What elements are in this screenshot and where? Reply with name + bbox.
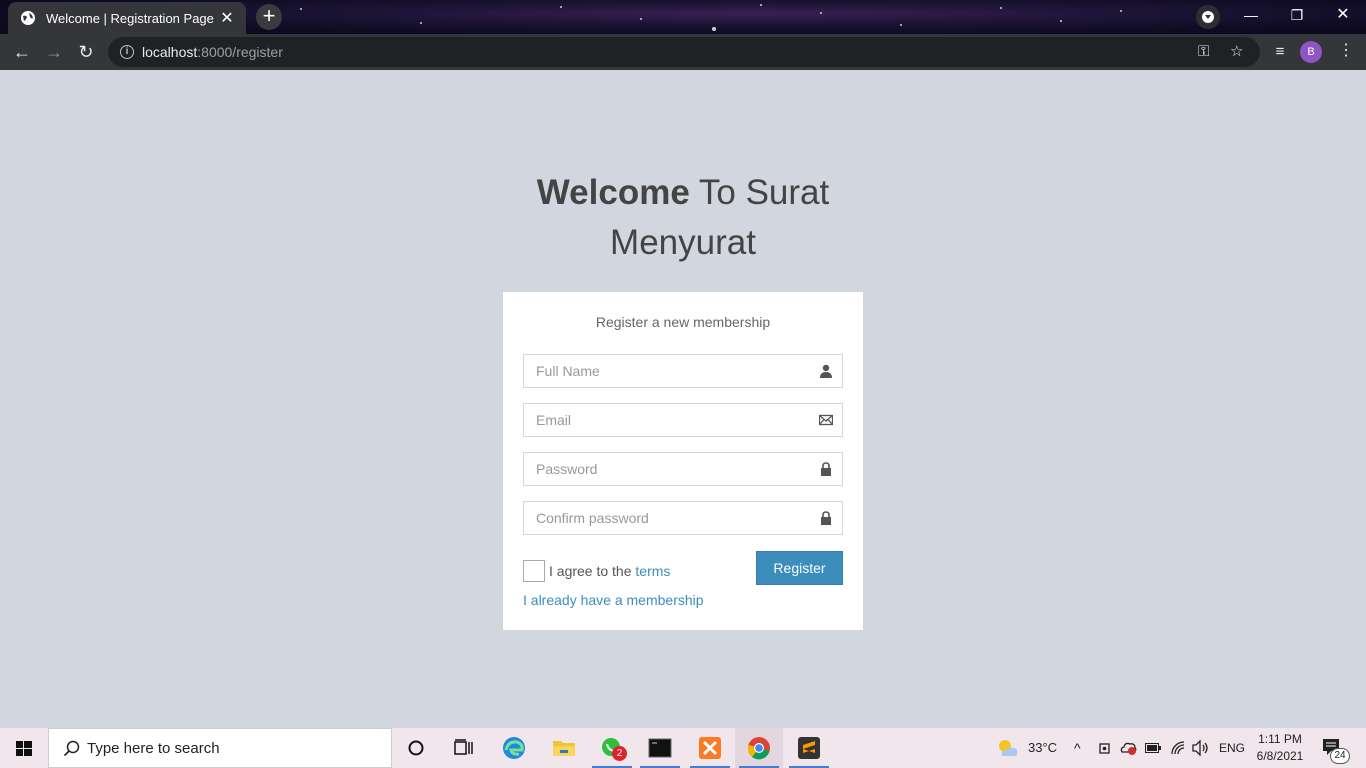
- address-bar[interactable]: i localhost:8000/register ⚿ ☆: [108, 37, 1260, 67]
- windows-taskbar: Type here to search 2 33°C ^ ENG 1:11 PM…: [0, 728, 1366, 768]
- register-box-message: Register a new membership: [595, 314, 771, 330]
- minimize-button[interactable]: —: [1228, 0, 1274, 32]
- browser-toolbar: ← → ↻ i localhost:8000/register ⚿ ☆ ≡ B …: [0, 34, 1366, 70]
- info-icon[interactable]: i: [120, 45, 134, 59]
- taskbar-xampp[interactable]: [686, 728, 734, 768]
- full-name-input[interactable]: [524, 355, 842, 387]
- new-tab-button[interactable]: +: [256, 4, 282, 30]
- lock-icon: [821, 462, 831, 476]
- password-field: [523, 452, 843, 486]
- volume-icon[interactable]: [1192, 740, 1210, 756]
- show-hidden-icons-icon[interactable]: ^: [1074, 728, 1081, 768]
- close-window-button[interactable]: ✕: [1320, 0, 1366, 32]
- task-view-icon: [454, 739, 473, 755]
- globe-icon: [21, 11, 35, 25]
- confirm-password-field: [523, 501, 843, 535]
- cortana-circle-icon: [408, 740, 424, 756]
- back-arrow-icon[interactable]: ←: [8, 38, 36, 66]
- sublime-icon: [798, 737, 820, 759]
- key-icon[interactable]: ⚿: [1198, 37, 1209, 67]
- password-input[interactable]: [524, 453, 842, 485]
- terms-label: I agree to the terms: [549, 563, 670, 579]
- taskbar-file-explorer[interactable]: [540, 728, 588, 768]
- clock-date: 6/8/2021: [1256, 749, 1304, 763]
- already-member-link[interactable]: I already have a membership: [523, 592, 704, 608]
- tab-close-icon[interactable]: ✕: [218, 8, 236, 28]
- terms-row: I agree to the terms Register: [523, 550, 843, 585]
- battery-icon[interactable]: [1145, 743, 1161, 753]
- lock-icon: [821, 511, 831, 525]
- start-button[interactable]: [0, 728, 48, 768]
- confirm-password-input[interactable]: [524, 502, 842, 534]
- register-box: Register a new membership I agree to the…: [503, 292, 863, 630]
- cortana-button[interactable]: [392, 728, 440, 768]
- reading-list-icon[interactable]: ≡: [1266, 38, 1294, 66]
- email-input[interactable]: [524, 404, 842, 436]
- meet-now-icon[interactable]: [1098, 741, 1112, 755]
- task-view-button[interactable]: [440, 728, 488, 768]
- taskbar-chrome[interactable]: [735, 728, 783, 768]
- search-placeholder: Type here to search: [87, 739, 220, 757]
- taskbar-whatsapp[interactable]: 2: [588, 728, 636, 768]
- taskbar-search[interactable]: Type here to search: [48, 728, 392, 768]
- email-field: [523, 403, 843, 437]
- full-name-field: [523, 354, 843, 388]
- language-indicator[interactable]: ENG: [1219, 728, 1245, 768]
- browser-titlebar: Welcome | Registration Page ✕ + — ❐ ✕: [0, 0, 1366, 34]
- restore-button[interactable]: ❐: [1274, 0, 1320, 32]
- weather-icon[interactable]: [996, 737, 1020, 759]
- notification-count-badge: 24: [1330, 748, 1350, 764]
- clock-time: 1:11 PM: [1258, 732, 1302, 746]
- clock[interactable]: 1:11 PM 6/8/2021: [1248, 731, 1312, 765]
- terminal-icon: [648, 738, 672, 758]
- tab-title: Welcome | Registration Page: [46, 10, 214, 26]
- taskbar-sublime[interactable]: [785, 728, 833, 768]
- url-path: :8000/register: [197, 44, 283, 60]
- tab-registration[interactable]: Welcome | Registration Page ✕: [8, 2, 246, 34]
- reload-icon[interactable]: ↻: [72, 38, 100, 66]
- taskbar-edge[interactable]: [490, 728, 538, 768]
- url-host: localhost: [142, 44, 198, 60]
- taskbar-terminal[interactable]: [636, 728, 684, 768]
- register-button[interactable]: Register: [756, 551, 843, 585]
- wifi-icon[interactable]: [1170, 740, 1186, 756]
- windows-logo-icon: [16, 741, 32, 756]
- folder-icon: [553, 741, 575, 756]
- page-title-bold: Welcome: [536, 173, 690, 212]
- terms-checkbox[interactable]: [523, 560, 545, 582]
- bookmark-star-icon[interactable]: ☆: [1230, 37, 1243, 67]
- search-icon: [63, 740, 80, 757]
- whatsapp-badge: 2: [612, 746, 627, 761]
- temperature-label[interactable]: 33°C: [1028, 728, 1057, 768]
- chrome-icon: [747, 737, 770, 760]
- xampp-icon: [699, 737, 721, 759]
- browser-menu-icon[interactable]: ⋮: [1336, 40, 1356, 64]
- edge-icon: [503, 737, 525, 759]
- terms-label-prefix: I agree to the: [549, 563, 636, 579]
- cloud-error-icon[interactable]: [1120, 740, 1138, 756]
- envelope-icon: [819, 414, 833, 426]
- terms-link[interactable]: terms: [635, 563, 670, 579]
- tab-search-icon[interactable]: [1196, 5, 1220, 29]
- user-icon: [820, 364, 832, 378]
- profile-avatar[interactable]: B: [1300, 41, 1322, 63]
- page-title: Welcome To Surat Menyurat: [483, 168, 883, 268]
- forward-arrow-icon[interactable]: →: [40, 38, 68, 66]
